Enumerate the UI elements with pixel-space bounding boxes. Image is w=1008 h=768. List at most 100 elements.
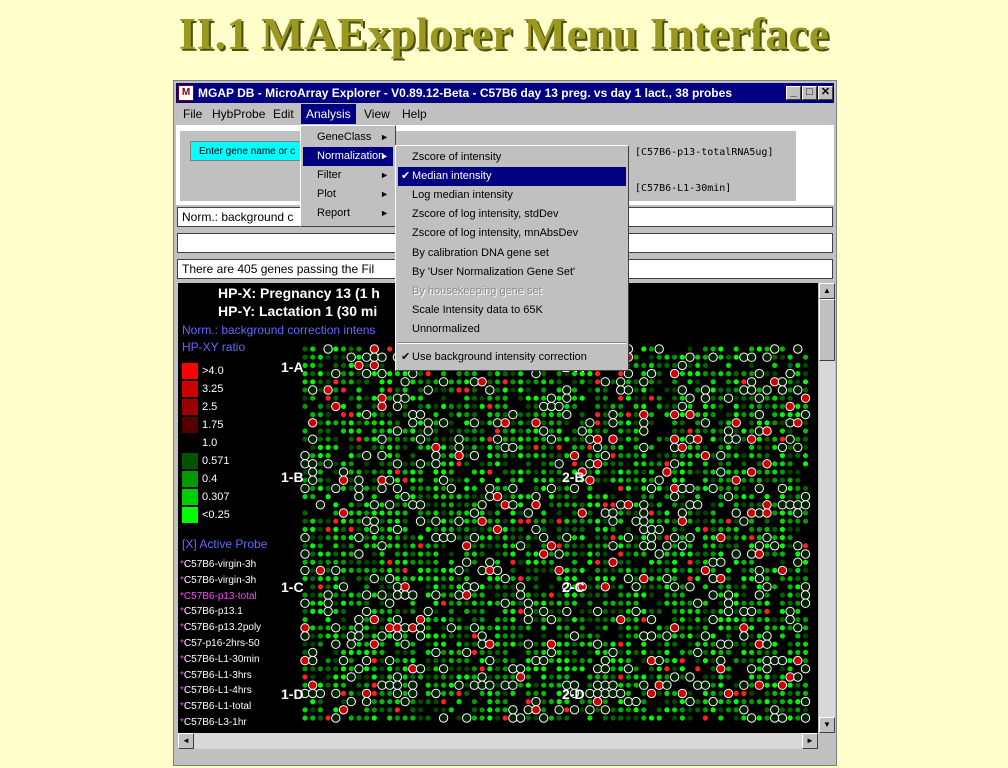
array-spot[interactable] xyxy=(625,526,631,532)
array-spot[interactable] xyxy=(425,666,431,672)
array-spot[interactable] xyxy=(708,557,718,567)
array-spot[interactable] xyxy=(787,412,793,418)
array-spot[interactable] xyxy=(308,475,318,485)
array-spot[interactable] xyxy=(756,444,762,450)
array-spot[interactable] xyxy=(364,600,370,606)
array-spot[interactable] xyxy=(725,485,732,491)
array-spot[interactable] xyxy=(433,502,439,508)
array-spot[interactable] xyxy=(787,584,793,590)
array-spot[interactable] xyxy=(425,502,431,508)
array-spot[interactable] xyxy=(387,584,393,590)
array-spot[interactable] xyxy=(679,469,685,475)
array-spot[interactable] xyxy=(687,600,693,606)
array-spot[interactable] xyxy=(333,395,339,401)
array-spot[interactable] xyxy=(333,502,339,508)
array-spot[interactable] xyxy=(587,576,593,582)
array-spot[interactable] xyxy=(618,715,624,721)
array-spot[interactable] xyxy=(464,567,470,573)
array-spot[interactable] xyxy=(331,688,341,699)
array-spot[interactable] xyxy=(477,516,487,526)
array-spot[interactable] xyxy=(710,543,716,549)
array-spot[interactable] xyxy=(716,655,726,666)
array-spot[interactable] xyxy=(494,690,501,696)
array-spot[interactable] xyxy=(438,377,449,387)
array-spot[interactable] xyxy=(502,649,508,655)
array-spot[interactable] xyxy=(746,549,757,559)
array-spot[interactable] xyxy=(425,510,431,516)
array-spot[interactable] xyxy=(679,502,685,508)
array-spot[interactable] xyxy=(377,475,387,485)
array-spot[interactable] xyxy=(702,674,709,680)
array-spot[interactable] xyxy=(702,625,709,631)
array-spot[interactable] xyxy=(464,510,470,516)
array-spot[interactable] xyxy=(441,674,447,680)
array-spot[interactable] xyxy=(641,362,647,368)
array-spot[interactable] xyxy=(487,690,493,696)
array-spot[interactable] xyxy=(356,453,362,459)
array-spot[interactable] xyxy=(369,524,380,535)
array-spot[interactable] xyxy=(749,625,755,631)
array-spot[interactable] xyxy=(464,608,470,614)
array-spot[interactable] xyxy=(371,403,377,409)
array-spot[interactable] xyxy=(410,477,416,483)
array-spot[interactable] xyxy=(300,655,310,666)
array-spot[interactable] xyxy=(508,680,518,690)
array-spot[interactable] xyxy=(564,633,570,639)
array-spot[interactable] xyxy=(695,551,701,557)
array-spot[interactable] xyxy=(587,453,593,459)
array-spot[interactable] xyxy=(641,617,647,623)
array-spot[interactable] xyxy=(464,428,470,434)
array-spot[interactable] xyxy=(677,442,687,453)
array-spot[interactable] xyxy=(433,526,439,532)
array-spot[interactable] xyxy=(448,477,454,483)
array-spot[interactable] xyxy=(802,649,809,655)
array-spot[interactable] xyxy=(533,715,539,721)
array-spot[interactable] xyxy=(695,633,701,639)
array-spot[interactable] xyxy=(695,559,701,565)
array-spot[interactable] xyxy=(492,434,503,444)
array-spot[interactable] xyxy=(795,633,801,639)
array-spot[interactable] xyxy=(510,576,516,582)
array-spot[interactable] xyxy=(625,617,631,623)
array-spot[interactable] xyxy=(756,674,762,680)
array-spot[interactable] xyxy=(677,541,687,551)
array-spot[interactable] xyxy=(371,649,377,655)
array-spot[interactable] xyxy=(571,658,578,664)
array-spot[interactable] xyxy=(787,444,793,450)
array-spot[interactable] xyxy=(325,371,331,377)
array-spot[interactable] xyxy=(710,608,716,614)
array-spot[interactable] xyxy=(400,590,410,600)
array-spot[interactable] xyxy=(587,444,593,450)
array-spot[interactable] xyxy=(541,526,547,532)
array-spot[interactable] xyxy=(579,412,585,418)
array-spot[interactable] xyxy=(379,551,385,557)
array-spot[interactable] xyxy=(749,600,755,606)
array-spot[interactable] xyxy=(595,428,601,434)
array-spot[interactable] xyxy=(739,606,749,617)
array-spot[interactable] xyxy=(602,641,608,647)
array-spot[interactable] xyxy=(417,379,424,385)
menu-item-normalization-option[interactable]: Scale Intensity data to 65K xyxy=(398,301,626,320)
array-spot[interactable] xyxy=(431,688,441,699)
array-spot[interactable] xyxy=(425,699,431,705)
array-spot[interactable] xyxy=(387,412,393,418)
array-spot[interactable] xyxy=(710,649,716,655)
array-spot[interactable] xyxy=(510,641,516,647)
array-spot[interactable] xyxy=(579,543,585,549)
array-spot[interactable] xyxy=(741,592,747,598)
menu-help[interactable]: Help xyxy=(397,104,432,124)
array-spot[interactable] xyxy=(302,395,308,401)
array-spot[interactable] xyxy=(695,617,701,623)
array-spot[interactable] xyxy=(556,453,562,459)
array-spot[interactable] xyxy=(379,649,385,655)
array-spot[interactable] xyxy=(502,387,508,393)
array-spot[interactable] xyxy=(569,705,580,715)
array-spot[interactable] xyxy=(510,543,516,549)
array-spot[interactable] xyxy=(317,666,323,672)
array-spot[interactable] xyxy=(564,436,570,442)
array-spot[interactable] xyxy=(333,436,339,442)
array-spot[interactable] xyxy=(325,354,331,360)
array-spot[interactable] xyxy=(508,442,518,453)
array-spot[interactable] xyxy=(510,567,516,573)
array-spot[interactable] xyxy=(718,543,724,549)
